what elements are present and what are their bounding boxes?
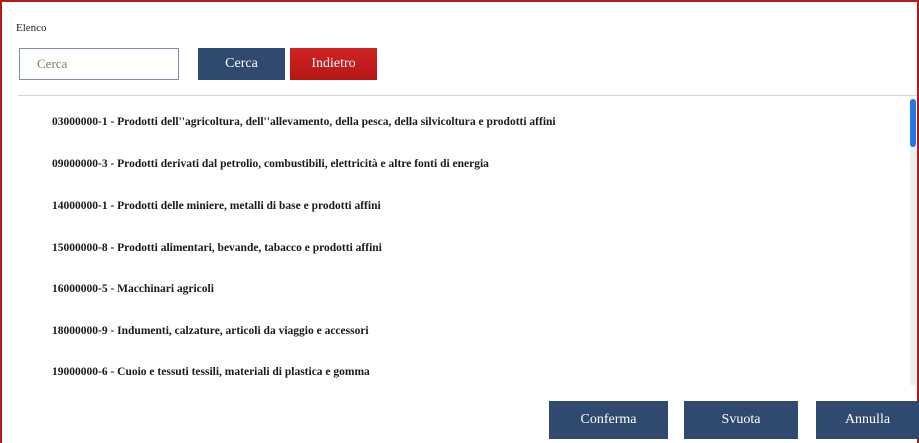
panel-title: Elenco	[16, 22, 47, 34]
clear-button[interactable]: Svuota	[684, 401, 798, 439]
list-item[interactable]: 16000000-5 - Macchinari agricoli	[52, 283, 214, 295]
scroll-thumb[interactable]	[910, 99, 916, 147]
confirm-button[interactable]: Conferma	[549, 401, 668, 439]
results-list[interactable]: 03000000-1 - Prodotti dell''agricoltura,…	[18, 95, 917, 386]
list-item[interactable]: 14000000-1 - Prodotti delle miniere, met…	[52, 200, 381, 212]
cancel-button[interactable]: Annulla	[816, 401, 919, 439]
list-item[interactable]: 19000000-6 - Cuoio e tessuti tessili, ma…	[52, 366, 370, 378]
list-item[interactable]: 18000000-9 - Indumenti, calzature, artic…	[52, 325, 369, 337]
list-item[interactable]: 15000000-8 - Prodotti alimentari, bevand…	[52, 242, 382, 254]
search-input[interactable]	[19, 48, 179, 80]
list-scrollbar[interactable]	[910, 99, 916, 385]
search-button[interactable]: Cerca	[198, 48, 285, 80]
list-item[interactable]: 03000000-1 - Prodotti dell''agricoltura,…	[52, 116, 556, 128]
back-button[interactable]: Indietro	[290, 48, 377, 80]
list-item[interactable]: 09000000-3 - Prodotti derivati dal petro…	[52, 158, 489, 170]
